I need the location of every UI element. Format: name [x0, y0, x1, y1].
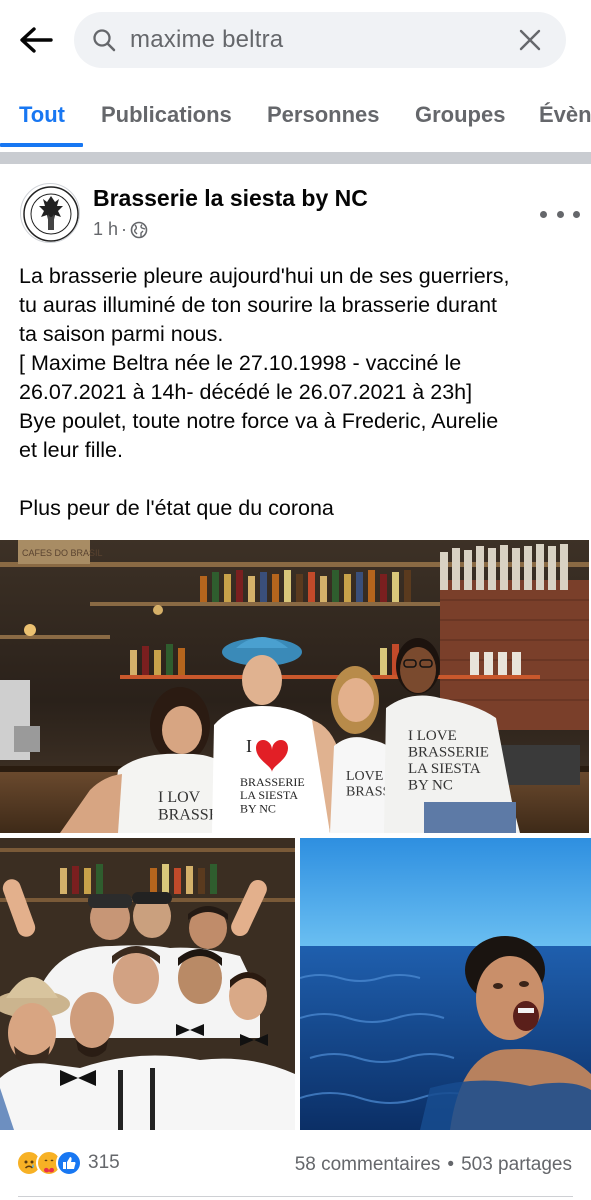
comments-count[interactable]: 58 commentaires: [295, 1154, 441, 1176]
post-photo-sea[interactable]: [300, 838, 591, 1130]
post-text-line: [ Maxime Beltra née le 27.10.1998 - vacc…: [19, 351, 462, 375]
sea-photo-illustration: [300, 838, 591, 1130]
post-photo-team[interactable]: [0, 838, 295, 1130]
post-text-line: Bye poulet, toute notre force va à Frede…: [19, 409, 499, 433]
shirt-text: I: [246, 736, 252, 756]
section-divider: [0, 152, 591, 164]
page-name[interactable]: Brasserie la siesta by NC: [93, 185, 368, 212]
active-tab-indicator: [0, 143, 83, 147]
reaction-summary[interactable]: 315: [16, 1150, 120, 1176]
post-text-line: et leur fille.: [19, 438, 123, 462]
search-header: maxime beltra: [0, 0, 591, 80]
reaction-count: 315: [88, 1152, 120, 1173]
post-photo-staff-bar[interactable]: CAFES DO BRASIL I LOV BRASSER I BRASSERI…: [0, 540, 589, 833]
post-text-line: Plus peur de l'état que du corona: [19, 496, 334, 520]
post-text-line: 26.07.2021 à 14h- décédé le 26.07.2021 à…: [19, 380, 473, 404]
search-field[interactable]: maxime beltra: [74, 12, 566, 68]
search-query-text[interactable]: maxime beltra: [130, 26, 283, 54]
thumbs-up-glyph: [63, 1157, 76, 1169]
post-text-line: tu auras illuminé de ton sourire la bras…: [19, 293, 498, 317]
footer-divider: [18, 1196, 573, 1197]
tab-publications[interactable]: Publications: [101, 102, 232, 128]
shares-count[interactable]: 503 partages: [461, 1154, 572, 1176]
brasserie-logo-icon: [23, 186, 79, 242]
page-avatar[interactable]: [20, 183, 80, 243]
post-options-button[interactable]: [540, 200, 580, 228]
stats-separator: •: [447, 1154, 455, 1175]
team-photo-illustration: [0, 838, 295, 1130]
post-text-line: ta saison parmi nous.: [19, 322, 224, 346]
clear-search-button[interactable]: [516, 26, 544, 54]
bar-photo-illustration: CAFES DO BRASIL I LOV BRASSER I BRASSERI…: [0, 540, 589, 833]
post-message: La brasserie pleure aujourd'hui un de se…: [19, 262, 581, 523]
post-stats: 58 commentaires • 503 partages: [295, 1154, 572, 1176]
post-meta: 1 h ·: [93, 219, 148, 240]
back-arrow-icon: [20, 27, 53, 53]
back-button[interactable]: [14, 20, 58, 60]
tab-tout[interactable]: Tout: [19, 102, 65, 128]
search-filter-tabs: Tout Publications Personnes Groupes Évèn: [0, 80, 591, 150]
sack-label-text: CAFES DO BRASIL: [22, 548, 103, 558]
globe-icon: [130, 221, 148, 238]
more-dot-icon: [573, 210, 580, 218]
search-icon: [93, 29, 116, 52]
close-icon: [519, 29, 541, 51]
like-icon: [56, 1150, 82, 1176]
post-text-line: La brasserie pleure aujourd'hui un de se…: [19, 264, 510, 288]
meta-separator: ·: [121, 219, 128, 239]
post-text-blank-line: [19, 465, 581, 494]
tab-personnes[interactable]: Personnes: [267, 102, 380, 128]
more-dot-icon: [556, 210, 564, 218]
tab-groupes[interactable]: Groupes: [415, 102, 505, 128]
more-dot-icon: [540, 210, 547, 218]
post-time[interactable]: 1 h: [93, 219, 118, 240]
tab-evenements[interactable]: Évèn: [539, 102, 591, 128]
